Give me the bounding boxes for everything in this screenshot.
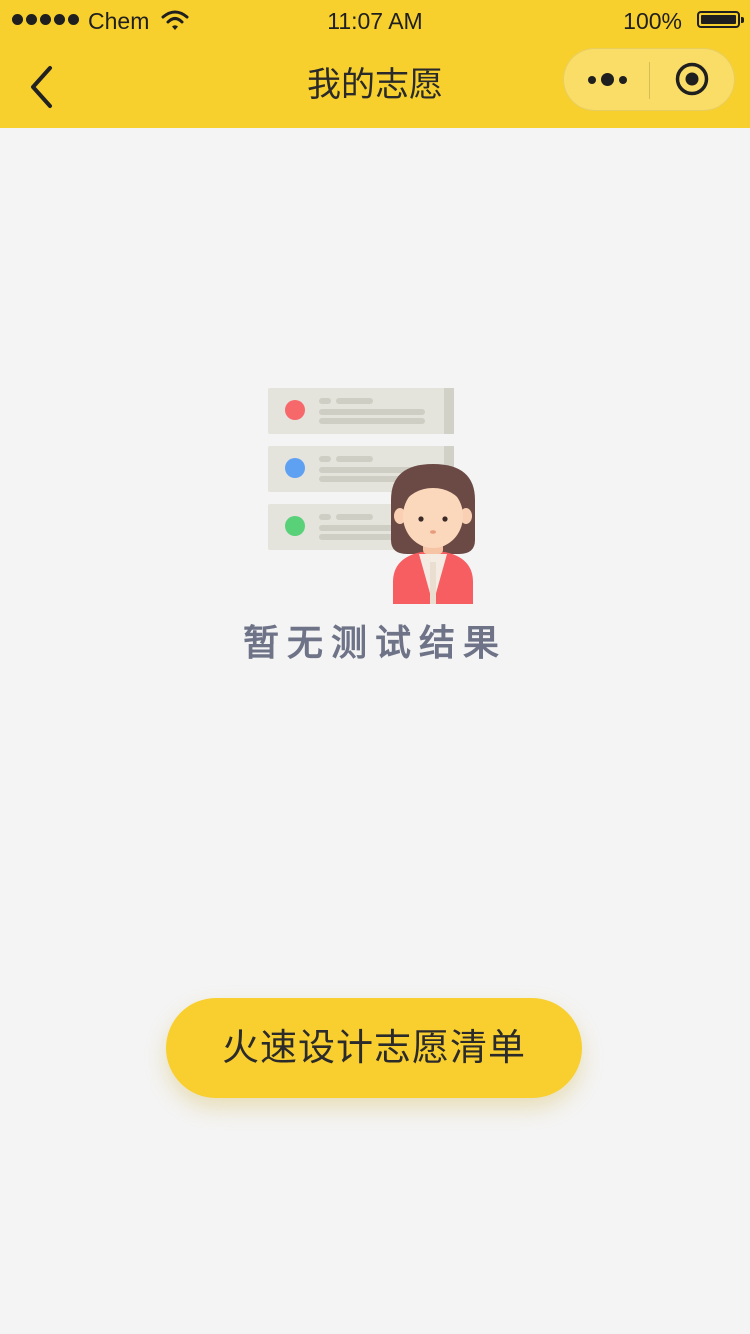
status-bar: Chem 11:07 AM 100% [0, 0, 750, 42]
battery-icon [697, 11, 744, 28]
target-circle-icon [675, 62, 709, 96]
header-bar: Chem 11:07 AM 100% 我的志愿 [0, 0, 750, 128]
empty-state-message: 暂无测试结果 [242, 623, 507, 664]
battery-percentage: 100% [623, 8, 682, 34]
empty-state-illustration [268, 388, 475, 604]
list-card-1 [268, 388, 454, 434]
close-mini-program-button[interactable] [650, 49, 735, 110]
design-application-list-button[interactable]: 火速设计志愿清单 [166, 998, 582, 1098]
more-dots-icon [588, 73, 627, 86]
mini-program-capsule [563, 48, 735, 111]
more-menu-button[interactable] [564, 49, 649, 110]
girl-avatar [391, 464, 475, 604]
